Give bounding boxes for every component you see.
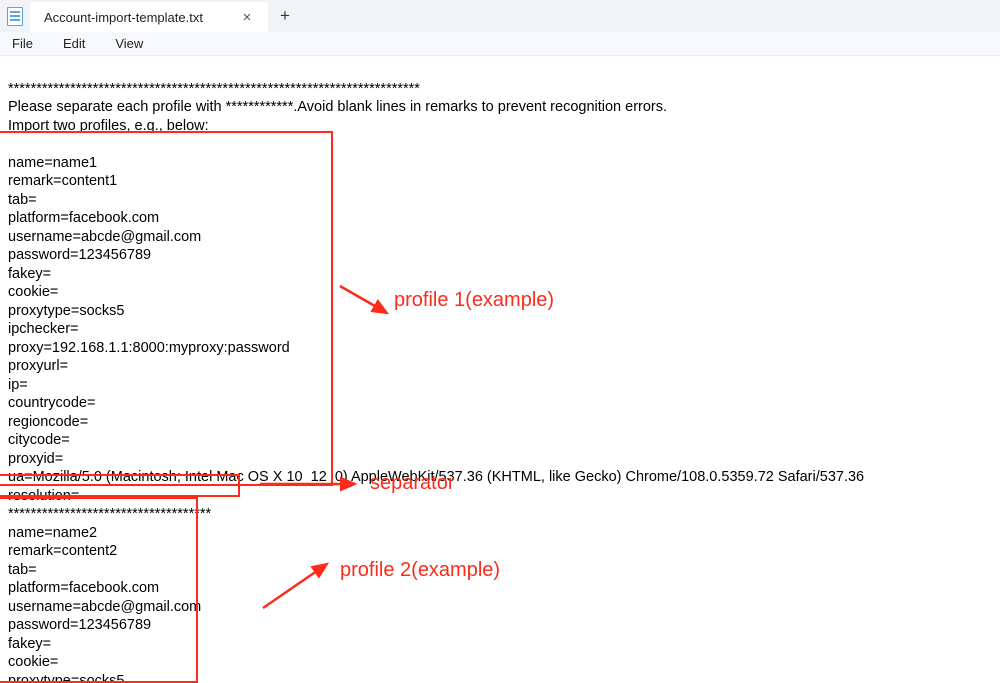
doc-line: proxyid= [8, 451, 63, 467]
annotation-label-profile2: profile 2(example) [340, 561, 500, 580]
arrow-icon [255, 556, 335, 616]
doc-line: password=123456789 [8, 617, 151, 633]
menu-view[interactable]: View [115, 36, 143, 51]
doc-line: cookie= [8, 284, 58, 300]
doc-line: name=name2 [8, 525, 97, 541]
title-bar: Account-import-template.txt × + [0, 0, 1000, 32]
app-icon [0, 0, 30, 32]
menu-bar: File Edit View [0, 32, 1000, 56]
doc-line: ****************************************… [8, 81, 420, 97]
new-tab-button[interactable]: + [268, 0, 302, 32]
doc-line: remark=content2 [8, 543, 117, 559]
doc-line: cookie= [8, 654, 58, 670]
document-content[interactable]: ****************************************… [0, 56, 1000, 683]
doc-line: ipchecker= [8, 321, 79, 337]
tab-title: Account-import-template.txt [44, 10, 203, 25]
doc-line: resolution= [8, 488, 79, 504]
annotation-label-profile1: profile 1(example) [394, 291, 554, 310]
doc-line: username=abcde@gmail.com [8, 599, 201, 615]
doc-line: Please separate each profile with ******… [8, 99, 667, 115]
doc-line: remark=content1 [8, 173, 117, 189]
arrow-icon [335, 281, 395, 321]
file-tab[interactable]: Account-import-template.txt × [30, 2, 268, 32]
menu-file[interactable]: File [12, 36, 33, 51]
doc-line: countrycode= [8, 395, 95, 411]
doc-line: ua=Mozilla/5.0 (Macintosh; Intel Mac OS … [8, 469, 864, 485]
doc-line: proxytype=socks5 [8, 673, 124, 683]
doc-line: tab= [8, 192, 37, 208]
close-icon[interactable]: × [238, 9, 256, 26]
doc-line: password=123456789 [8, 247, 151, 263]
menu-edit[interactable]: Edit [63, 36, 85, 51]
doc-line: fakey= [8, 636, 51, 652]
doc-line: regioncode= [8, 414, 88, 430]
doc-line: tab= [8, 562, 37, 578]
doc-line: username=abcde@gmail.com [8, 229, 201, 245]
doc-line: platform=facebook.com [8, 580, 159, 596]
doc-line: fakey= [8, 266, 51, 282]
doc-line: proxy=192.168.1.1:8000:myproxy:password [8, 340, 290, 356]
doc-line: ************************************ [8, 506, 211, 522]
doc-line: Import two profiles, e.g., below: [8, 118, 209, 134]
doc-line: citycode= [8, 432, 70, 448]
doc-line: platform=facebook.com [8, 210, 159, 226]
doc-line: proxytype=socks5 [8, 303, 124, 319]
doc-line: name=name1 [8, 155, 97, 171]
doc-line: ip= [8, 377, 28, 393]
doc-line: proxyurl= [8, 358, 68, 374]
